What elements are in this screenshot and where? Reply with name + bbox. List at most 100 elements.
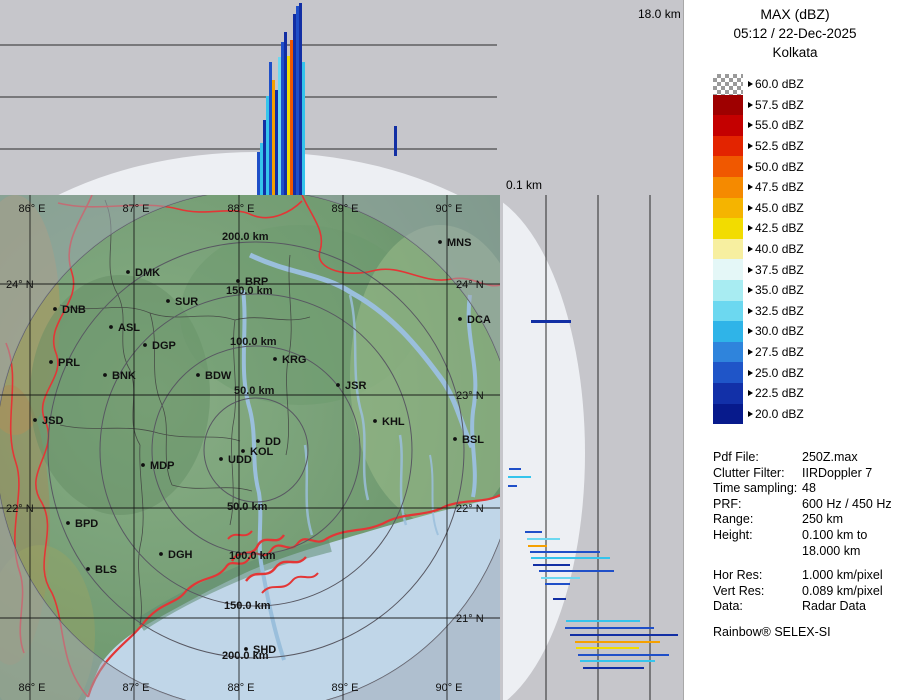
scale-row: 42.5 dBZ	[713, 218, 906, 239]
longitude-label: 90° E	[435, 682, 462, 694]
city-dot	[273, 357, 277, 361]
echo-row	[530, 551, 600, 553]
city-dot	[141, 463, 145, 467]
scale-tick-arrow-icon	[748, 164, 753, 170]
radar-map[interactable]: 86° E86° E87° E87° E88° E88° E89° E89° E…	[0, 195, 500, 700]
city-dot	[49, 360, 53, 364]
echo-column	[302, 62, 305, 195]
info-value: IIRDoppler 7	[802, 466, 872, 482]
city-dot	[66, 521, 70, 525]
city-dot	[109, 325, 113, 329]
city-dot	[458, 317, 462, 321]
scale-tick-arrow-icon	[748, 308, 753, 314]
echo-column	[296, 6, 299, 195]
range-ring-label: 100.0 km	[229, 550, 276, 562]
info-value: 0.089 km/pixel	[802, 584, 883, 600]
echo-row	[539, 570, 614, 572]
dbz-swatch	[713, 218, 743, 239]
city-label: JSR	[345, 380, 366, 392]
dbz-label: 22.5 dBZ	[755, 386, 804, 400]
latitude-label: 22° N	[456, 503, 484, 515]
echo-row	[531, 557, 610, 559]
dbz-label: 32.5 dBZ	[755, 304, 804, 318]
info-label: Clutter Filter:	[713, 466, 802, 482]
city-dot	[241, 449, 245, 453]
info-row: Data:Radar Data	[713, 599, 906, 615]
echo-column	[281, 42, 284, 195]
scale-tick-arrow-icon	[748, 143, 753, 149]
city-label: PRL	[58, 357, 80, 369]
info-value: 18.000 km	[802, 544, 860, 560]
city-dot	[33, 418, 37, 422]
info-label: PRF:	[713, 497, 802, 513]
city-dot	[244, 647, 248, 651]
scale-row: 27.5 dBZ	[713, 342, 906, 363]
range-ring-label: 50.0 km	[234, 385, 275, 397]
echo-column	[290, 40, 293, 195]
latitude-label: 24° N	[6, 279, 34, 291]
city-dot	[53, 307, 57, 311]
info-row: Clutter Filter:IIRDoppler 7	[713, 466, 906, 482]
longitude-label: 90° E	[435, 203, 462, 215]
echo-column	[278, 57, 281, 195]
city-label: DMK	[135, 267, 160, 279]
dbz-swatch	[713, 321, 743, 342]
echo-row	[566, 620, 640, 622]
echo-column	[272, 80, 275, 195]
dbz-swatch	[713, 95, 743, 116]
echo-column	[269, 62, 272, 195]
echo-row	[578, 654, 669, 656]
echo-row	[527, 538, 560, 540]
latitude-label: 23° N	[456, 390, 484, 402]
scale-row: 20.0 dBZ	[713, 404, 906, 425]
longitude-label: 87° E	[122, 203, 149, 215]
city-label: DNB	[62, 304, 86, 316]
dbz-swatch	[713, 136, 743, 157]
echo-row	[533, 564, 570, 566]
echo-column	[257, 152, 260, 195]
dbz-label: 60.0 dBZ	[755, 77, 804, 91]
product-title: MAX (dBZ)	[684, 6, 906, 22]
dbz-swatch	[713, 74, 743, 95]
dbz-swatch	[713, 383, 743, 404]
echo-column	[299, 3, 302, 195]
side-cross-section-panel	[503, 195, 683, 700]
dbz-swatch	[713, 239, 743, 260]
city-label: DGP	[152, 340, 176, 352]
city-label: MDP	[150, 460, 174, 472]
scale-tick-arrow-icon	[748, 225, 753, 231]
scale-row: 55.0 dBZ	[713, 115, 906, 136]
dbz-label: 30.0 dBZ	[755, 324, 804, 338]
range-ring-label: 150.0 km	[224, 600, 271, 612]
scale-tick-arrow-icon	[748, 370, 753, 376]
dbz-swatch	[713, 156, 743, 177]
scale-row: 47.5 dBZ	[713, 177, 906, 198]
info-row: Vert Res:0.089 km/pixel	[713, 584, 906, 600]
dbz-label: 35.0 dBZ	[755, 283, 804, 297]
info-value: 600 Hz / 450 Hz	[802, 497, 892, 513]
echo-row	[583, 667, 644, 669]
longitude-label: 87° E	[122, 682, 149, 694]
top-cross-section	[0, 0, 683, 195]
dbz-label: 57.5 dBZ	[755, 98, 804, 112]
echo-row	[545, 583, 570, 585]
city-dot	[219, 457, 223, 461]
info-row: Range:250 km	[713, 512, 906, 528]
city-dot	[336, 383, 340, 387]
radar-map-panel[interactable]: 86° E86° E87° E87° E88° E88° E89° E89° E…	[0, 195, 500, 700]
info-row: PRF:600 Hz / 450 Hz	[713, 497, 906, 513]
city-dot	[256, 439, 260, 443]
city-dot	[166, 299, 170, 303]
info-label: Time sampling:	[713, 481, 802, 497]
scale-row: 37.5 dBZ	[713, 259, 906, 280]
echo-column	[263, 120, 266, 195]
city-label: ASL	[118, 322, 140, 334]
scale-row: 40.0 dBZ	[713, 239, 906, 260]
echo-row	[570, 634, 678, 636]
dbz-label: 25.0 dBZ	[755, 366, 804, 380]
longitude-label: 88° E	[227, 682, 254, 694]
city-label: JSD	[42, 415, 63, 427]
echo-row	[528, 545, 547, 547]
info-value: 1.000 km/pixel	[802, 568, 883, 584]
product-info-block: Pdf File:250Z.maxClutter Filter:IIRDoppl…	[713, 450, 906, 615]
